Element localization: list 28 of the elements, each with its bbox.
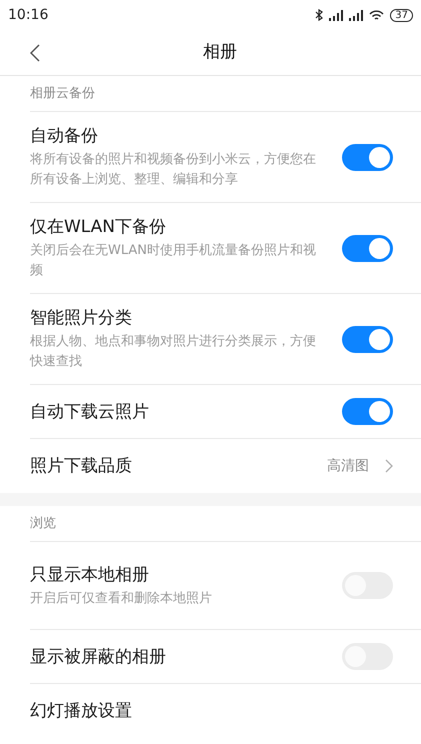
setting-title: 幻灯播放设置 bbox=[30, 700, 133, 723]
section-header: 浏览 bbox=[30, 514, 56, 533]
setting-title: 只显示本地相册 bbox=[30, 564, 150, 586]
setting-description: 关闭后会在无WLAN时使用手机流量备份照片和视频 bbox=[30, 242, 318, 280]
toggle-switch[interactable] bbox=[342, 234, 393, 262]
setting-title: 自动下载云照片 bbox=[30, 400, 150, 424]
wifi-icon bbox=[369, 10, 384, 20]
signal-icon bbox=[349, 10, 364, 20]
setting-value: 高清图 bbox=[327, 456, 369, 476]
setting-description: 根据人物、地点和事物对照片进行分类展示，方便快速查找 bbox=[30, 333, 317, 371]
toggle-switch[interactable] bbox=[342, 398, 393, 425]
toggle-switch[interactable] bbox=[342, 326, 393, 352]
signal-icon bbox=[329, 10, 344, 20]
status-time: 10:16 bbox=[8, 6, 48, 24]
bluetooth-icon bbox=[315, 9, 324, 21]
setting-title: 智能照片分类 bbox=[30, 307, 133, 330]
battery-indicator: 37 bbox=[390, 8, 413, 22]
page-title: 相册 bbox=[203, 40, 237, 64]
setting-title: 自动备份 bbox=[30, 125, 99, 148]
setting-title: 显示被屏蔽的相册 bbox=[30, 646, 167, 668]
chevron-right-icon bbox=[385, 459, 393, 473]
toggle-switch[interactable] bbox=[342, 144, 393, 170]
section-header: 相册云备份 bbox=[30, 84, 95, 103]
setting-description: 将所有设备的照片和视频备份到小米云，方便您在所有设备上浏览、整理、编辑和分享 bbox=[30, 151, 317, 189]
setting-title: 照片下载品质 bbox=[30, 455, 133, 478]
setting-description: 开启后可仅查看和删除本地照片 bbox=[30, 590, 213, 608]
setting-title: 仅在WLAN下备份 bbox=[30, 216, 168, 239]
back-icon[interactable] bbox=[30, 44, 40, 62]
